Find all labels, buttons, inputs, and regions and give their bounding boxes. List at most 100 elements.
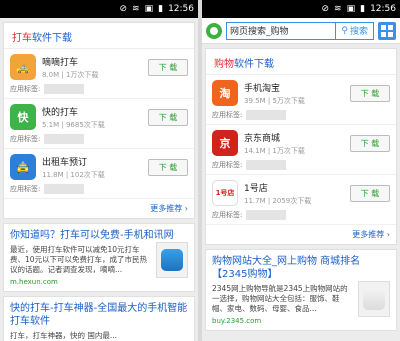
status-bar: ⊘ ≋ ▣ ▮ 12:56	[0, 0, 198, 18]
search-button[interactable]: ⚲ 搜索	[336, 21, 374, 40]
download-button[interactable]: 下 载	[350, 84, 390, 102]
download-button[interactable]: 下 载	[148, 108, 188, 126]
wifi-icon: ≋	[132, 4, 140, 14]
taobao-app-icon: 淘	[212, 80, 238, 106]
app-entry: 🚖 出租车预订 11.8M | 102次下载 下 载 应用标签:	[4, 149, 194, 199]
app-meta: 8.0M | 1万次下载	[42, 70, 99, 79]
app-name: 手机淘宝	[244, 83, 281, 94]
download-button[interactable]: 下 载	[148, 158, 188, 176]
result-title[interactable]: 购物网站大全_网上购物 商城排名【2345购物】	[212, 255, 390, 281]
app-entry: 1号店 1号店 11.7M | 2059次下载 下 载 应用标签:	[206, 175, 396, 225]
tags-label: 应用标签:	[212, 111, 243, 119]
app-name: 嘀嘀打车	[42, 57, 79, 68]
tag-placeholder	[246, 160, 287, 170]
jd-app-icon: 京	[212, 130, 238, 156]
app-tags: 应用标签:	[4, 133, 194, 149]
result-title[interactable]: 快的打车-打车神器-全国最大的手机智能打车软件	[10, 302, 188, 328]
mute-icon: ⊘	[119, 4, 128, 14]
app-glyph: 🚖	[16, 160, 30, 174]
left-screen: ⊘ ≋ ▣ ▮ 12:56 打车软件下载 🚕 嘀嘀打车 8.0M | 1万次下载…	[0, 0, 198, 341]
app-entry: 淘 手机淘宝 39.5M | 5万次下载 下 载 应用标签:	[206, 75, 396, 125]
app-name: 快的打车	[42, 107, 79, 118]
tags-label: 应用标签:	[10, 85, 41, 93]
app-entry: 快 快的打车 5.1M | 9685次下载 下 载 应用标签:	[4, 99, 194, 149]
search-result[interactable]: 购物网站大全_网上购物 商城排名【2345购物】 2345网上购物导航是2345…	[205, 249, 397, 331]
yhd-app-icon: 1号店	[212, 180, 238, 206]
status-time: 12:56	[168, 4, 194, 14]
download-button[interactable]: 下 载	[148, 58, 188, 76]
more-recommend-link[interactable]: 更多推荐 ›	[4, 199, 194, 218]
card-title-rest: 软件下载	[234, 59, 274, 70]
app-meta: 11.7M | 2059次下载	[244, 196, 312, 205]
battery-icon: ▮	[360, 4, 366, 14]
app-entry: 京 京东商城 14.1M | 1万次下载 下 载 应用标签:	[206, 125, 396, 175]
right-screen: ⊘ ≋ ▣ ▮ 12:56 网页搜索_购物 ⚲ 搜索 购物软件下载 淘 手机淘宝…	[202, 0, 400, 341]
download-button[interactable]: 下 载	[350, 134, 390, 152]
result-thumbnail	[358, 281, 390, 317]
download-button[interactable]: 下 载	[350, 184, 390, 202]
app-info: 1号店 11.7M | 2059次下载	[244, 181, 350, 206]
card-title[interactable]: 购物软件下载	[206, 49, 396, 75]
battery-icon: ▮	[158, 4, 164, 14]
tags-label: 应用标签:	[212, 161, 243, 169]
result-thumbnail	[156, 242, 188, 278]
app-tags: 应用标签:	[206, 159, 396, 175]
tag-placeholder	[44, 84, 85, 94]
list-item[interactable]: 京 京东商城 14.1M | 1万次下载 下 载	[206, 125, 396, 159]
search-result[interactable]: 你知道吗？打车可以免费-手机和讯网 最近，使用打车软件可以减免10元打车费、10…	[3, 223, 195, 292]
app-name: 1号店	[244, 183, 268, 194]
app-tags: 应用标签:	[206, 209, 396, 225]
more-recommend-link[interactable]: 更多推荐 ›	[206, 225, 396, 244]
app-glyph: 快	[17, 111, 29, 124]
app-glyph: 京	[219, 137, 231, 150]
tag-placeholder	[246, 210, 287, 220]
app-thumbnail-icon	[161, 249, 183, 271]
status-time: 12:56	[370, 4, 396, 14]
app-name: 出租车预订	[42, 157, 88, 168]
list-item[interactable]: 🚕 嘀嘀打车 8.0M | 1万次下载 下 载	[4, 49, 194, 83]
list-item[interactable]: 快 快的打车 5.1M | 9685次下载 下 载	[4, 99, 194, 133]
tags-label: 应用标签:	[212, 211, 243, 219]
search-button-label: 搜索	[349, 27, 368, 37]
app-meta: 11.8M | 102次下载	[42, 170, 105, 179]
app-download-card: 打车软件下载 🚕 嘀嘀打车 8.0M | 1万次下载 下 载 应用标签: 快 快…	[3, 22, 195, 219]
app-tags: 应用标签:	[206, 109, 396, 125]
app-info: 手机淘宝 39.5M | 5万次下载	[244, 81, 350, 106]
app-info: 嘀嘀打车 8.0M | 1万次下载	[42, 55, 148, 80]
app-glyph: 🚕	[16, 60, 30, 74]
search-input[interactable]: 网页搜索_购物	[226, 21, 337, 40]
list-item[interactable]: 🚖 出租车预订 11.8M | 102次下载 下 载	[4, 149, 194, 183]
result-url: buy.2345.com	[212, 317, 262, 325]
app-info: 出租车预订 11.8M | 102次下载	[42, 155, 148, 180]
browser-logo-icon[interactable]	[206, 22, 222, 39]
search-result[interactable]: 快的打车-打车神器-全国最大的手机智能打车软件 打车，打车神器，快的 国内最..…	[3, 296, 195, 341]
card-title-keyword: 购物	[214, 59, 234, 70]
card-title-keyword: 打车	[12, 33, 32, 44]
list-item[interactable]: 1号店 1号店 11.7M | 2059次下载 下 载	[206, 175, 396, 209]
status-bar: ⊘ ≋ ▣ ▮ 12:56	[202, 0, 400, 18]
tag-placeholder	[44, 134, 85, 144]
result-title[interactable]: 你知道吗？打车可以免费-手机和讯网	[10, 229, 188, 242]
app-tags: 应用标签:	[4, 83, 194, 99]
app-info: 京东商城 14.1M | 1万次下载	[244, 131, 350, 156]
app-download-card: 购物软件下载 淘 手机淘宝 39.5M | 5万次下载 下 载 应用标签: 京 …	[205, 48, 397, 245]
site-thumbnail-icon	[363, 288, 385, 310]
tag-placeholder	[246, 110, 287, 120]
app-name: 京东商城	[244, 133, 281, 144]
taxi-app-icon: 🚖	[10, 154, 36, 180]
wifi-icon: ≋	[334, 4, 342, 14]
card-title[interactable]: 打车软件下载	[4, 23, 194, 49]
tags-label: 应用标签:	[10, 185, 41, 193]
app-meta: 14.1M | 1万次下载	[244, 146, 305, 155]
tags-label: 应用标签:	[10, 135, 41, 143]
result-url: m.hexun.com	[10, 278, 58, 286]
signal-icon: ▣	[144, 4, 154, 14]
result-snippet: 打车，打车神器，快的 国内最...	[10, 331, 118, 340]
list-item[interactable]: 淘 手机淘宝 39.5M | 5万次下载 下 载	[206, 75, 396, 109]
search-bar: 网页搜索_购物 ⚲ 搜索	[202, 18, 400, 44]
app-glyph: 1号店	[215, 189, 235, 197]
signal-icon: ▣	[346, 4, 356, 14]
grid-menu-icon[interactable]	[378, 21, 396, 40]
app-tags: 应用标签:	[4, 183, 194, 199]
app-info: 快的打车 5.1M | 9685次下载	[42, 105, 148, 130]
